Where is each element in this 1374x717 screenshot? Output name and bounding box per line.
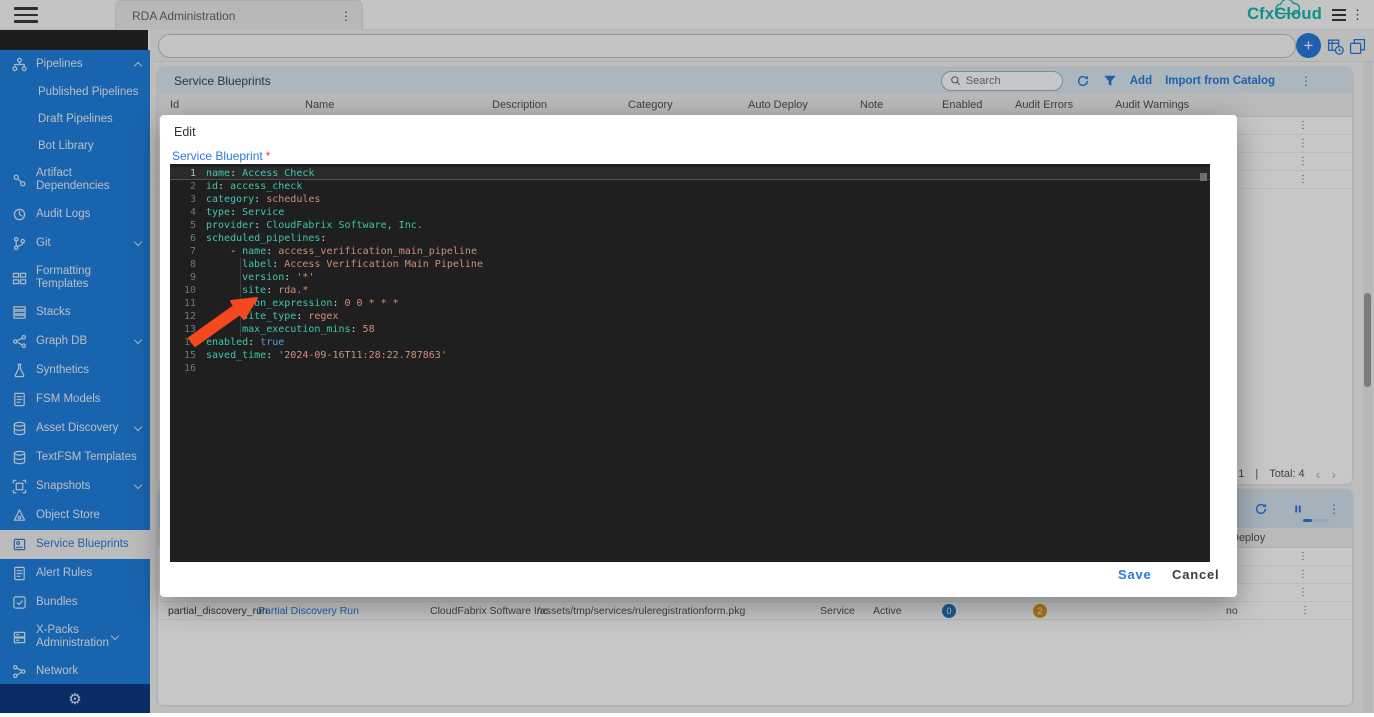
line-number: 4 bbox=[170, 206, 206, 219]
line-number: 6 bbox=[170, 232, 206, 245]
code-line: 9 version: '*' bbox=[170, 271, 1210, 284]
line-number: 1 bbox=[170, 167, 206, 179]
line-number: 5 bbox=[170, 219, 206, 232]
line-number: 15 bbox=[170, 349, 206, 362]
editor-scrollbar-thumb[interactable] bbox=[1200, 173, 1207, 181]
line-content: site_type: regex bbox=[206, 310, 1210, 323]
line-content: saved_time: '2024-09-16T11:28:22.787863' bbox=[206, 349, 1210, 362]
line-number: 12 bbox=[170, 310, 206, 323]
code-line: 14enabled: true bbox=[170, 336, 1210, 349]
code-line: 12 site_type: regex bbox=[170, 310, 1210, 323]
code-line: 1name: Access Check bbox=[170, 167, 1210, 180]
line-content: provider: CloudFabrix Software, Inc. bbox=[206, 219, 1210, 232]
line-number: 8 bbox=[170, 258, 206, 271]
line-number: 16 bbox=[170, 362, 206, 375]
line-content: enabled: true bbox=[206, 336, 1210, 349]
code-line: 5provider: CloudFabrix Software, Inc. bbox=[170, 219, 1210, 232]
line-content: label: Access Verification Main Pipeline bbox=[206, 258, 1210, 271]
line-content: type: Service bbox=[206, 206, 1210, 219]
required-mark: * bbox=[266, 149, 271, 163]
edit-modal: Edit Service Blueprint* 1name: Access Ch… bbox=[160, 115, 1237, 597]
code-line: 15saved_time: '2024-09-16T11:28:22.78786… bbox=[170, 349, 1210, 362]
line-number: 14 bbox=[170, 336, 206, 349]
line-content: max_execution_mins: 58 bbox=[206, 323, 1210, 336]
line-content: version: '*' bbox=[206, 271, 1210, 284]
code-line: 8 label: Access Verification Main Pipeli… bbox=[170, 258, 1210, 271]
code-line: 10 site: rda.* bbox=[170, 284, 1210, 297]
line-content: name: Access Check bbox=[206, 167, 1210, 179]
code-line: 4type: Service bbox=[170, 206, 1210, 219]
line-number: 11 bbox=[170, 297, 206, 310]
line-content bbox=[206, 362, 1210, 375]
line-content: scheduled_pipelines: bbox=[206, 232, 1210, 245]
code-line: 7 - name: access_verification_main_pipel… bbox=[170, 245, 1210, 258]
line-number: 13 bbox=[170, 323, 206, 336]
line-number: 2 bbox=[170, 180, 206, 193]
save-button[interactable]: Save bbox=[1118, 567, 1152, 582]
code-line: 13 max_execution_mins: 58 bbox=[170, 323, 1210, 336]
line-number: 3 bbox=[170, 193, 206, 206]
line-number: 10 bbox=[170, 284, 206, 297]
yaml-code-editor[interactable]: 1name: Access Check2id: access_check3cat… bbox=[170, 164, 1210, 562]
line-number: 9 bbox=[170, 271, 206, 284]
line-content: - name: access_verification_main_pipelin… bbox=[206, 245, 1210, 258]
line-content: category: schedules bbox=[206, 193, 1210, 206]
cancel-button[interactable]: Cancel bbox=[1172, 567, 1219, 582]
line-content: site: rda.* bbox=[206, 284, 1210, 297]
line-content: id: access_check bbox=[206, 180, 1210, 193]
field-label: Service Blueprint* bbox=[172, 149, 270, 163]
modal-title: Edit bbox=[174, 125, 196, 139]
line-number: 7 bbox=[170, 245, 206, 258]
code-line: 16 bbox=[170, 362, 1210, 375]
code-line: 3category: schedules bbox=[170, 193, 1210, 206]
code-line: 2id: access_check bbox=[170, 180, 1210, 193]
code-line: 11 cron_expression: 0 0 * * * bbox=[170, 297, 1210, 310]
line-content: cron_expression: 0 0 * * * bbox=[206, 297, 1210, 310]
code-line: 6scheduled_pipelines: bbox=[170, 232, 1210, 245]
